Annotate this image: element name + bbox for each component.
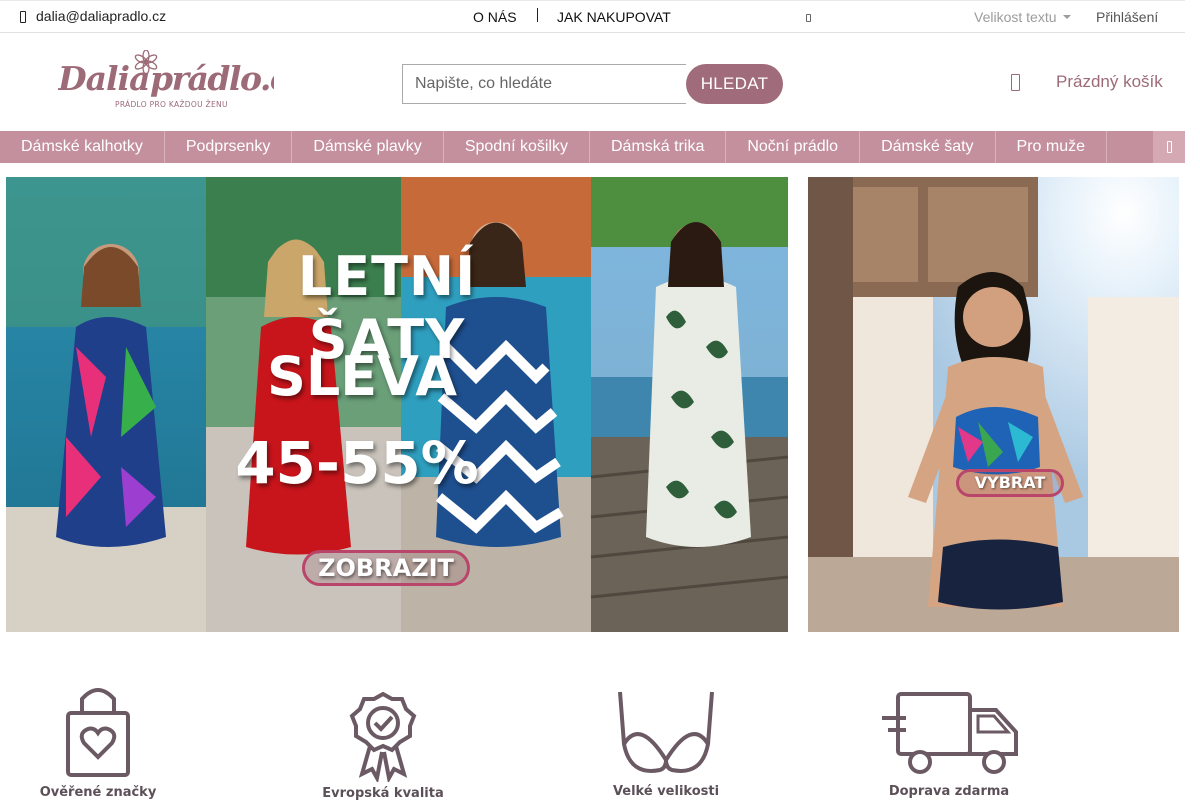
- nav-item-damska-trika[interactable]: Dámská trika: [590, 131, 727, 163]
- category-nav: Dámské kalhotky Podprsenky Dámské plavky…: [0, 131, 1185, 163]
- nav-item-damske-kalhotky[interactable]: Dámské kalhotky: [0, 131, 165, 163]
- feature-free-delivery: Doprava zdarma: [876, 688, 1022, 799]
- banner-discount-label: SLEVA: [266, 345, 458, 408]
- nav-item-damske-saty[interactable]: Dámské šaty: [860, 131, 996, 163]
- svg-text:Dalia: Dalia: [58, 59, 149, 98]
- search-button[interactable]: HLEDAT: [686, 64, 783, 104]
- promo-banner-swimwear[interactable]: VYBRAT: [808, 177, 1179, 632]
- nav-item-nocni-pradlo[interactable]: Noční prádlo: [726, 131, 861, 163]
- show-button[interactable]: ZOBRAZIT: [302, 550, 470, 586]
- login-link[interactable]: Přihlášení: [1096, 9, 1158, 25]
- swimwear-banner-image: [808, 177, 1179, 632]
- feature-label: Velké velikosti: [612, 784, 720, 799]
- nav-item-damske-plavky[interactable]: Dámské plavky: [292, 131, 444, 163]
- delivery-truck-icon: [882, 692, 1018, 774]
- feature-label: Evropská kvalita: [322, 786, 444, 800]
- quality-badge-icon: [349, 691, 417, 782]
- svg-text:prádlo.cz: prádlo.cz: [150, 59, 274, 98]
- search-bar: HLEDAT: [402, 64, 783, 104]
- nav-item-spodni-kosilky[interactable]: Spodní košilky: [444, 131, 590, 163]
- feature-european-quality: Evropská kvalita: [322, 690, 444, 800]
- feature-label: Ověřené značky: [39, 785, 157, 800]
- text-size-dropdown[interactable]: Velikost textu: [974, 9, 1071, 25]
- about-link[interactable]: O NÁS: [473, 9, 517, 25]
- nav-item-pro-muze[interactable]: Pro muže: [996, 131, 1107, 163]
- mobile-icon[interactable]: [806, 14, 811, 22]
- svg-text:PRÁDLO PRO KAŽDOU ŽENU: PRÁDLO PRO KAŽDOU ŽENU: [115, 100, 228, 109]
- shopping-bag-heart-icon: [66, 688, 130, 777]
- feature-large-sizes: Velké velikosti: [606, 688, 726, 799]
- cart[interactable]: Prázdný košík: [1011, 72, 1163, 92]
- topbar-divider: [537, 8, 538, 22]
- banner-discount-value: 45-55%: [235, 429, 479, 497]
- cart-label[interactable]: Prázdný košík: [1056, 72, 1163, 92]
- top-bar: dalia@daliapradlo.cz O NÁS JAK NAKUPOVAT…: [0, 0, 1185, 33]
- choose-button[interactable]: VYBRAT: [956, 469, 1064, 497]
- nav-item-podprsenky[interactable]: Podprsenky: [165, 131, 293, 163]
- logo-graphic: Dalia prádlo.cz PRÁDLO PRO KAŽDOU ŽENU: [58, 50, 274, 109]
- how-to-buy-link[interactable]: JAK NAKUPOVAT: [557, 9, 671, 25]
- contact-email[interactable]: dalia@daliapradlo.cz: [20, 8, 166, 24]
- phone-icon: [20, 11, 26, 23]
- promo-banner-summer-dresses[interactable]: LETNÍ ŠATY SLEVA 45-55% ZOBRAZIT: [6, 177, 788, 632]
- nav-more-button[interactable]: [1153, 131, 1185, 163]
- chevron-down-icon: [1062, 15, 1071, 19]
- feature-verified-brands: Ověřené značky: [38, 685, 158, 800]
- contact-email-text[interactable]: dalia@daliapradlo.cz: [36, 8, 166, 24]
- shopping-bag-icon[interactable]: [1011, 73, 1020, 91]
- text-size-label: Velikost textu: [974, 9, 1057, 25]
- site-logo[interactable]: Dalia prádlo.cz PRÁDLO PRO KAŽDOU ŽENU: [58, 50, 274, 112]
- search-input[interactable]: [402, 64, 686, 104]
- bra-icon: [618, 691, 714, 773]
- feature-label: Doprava zdarma: [888, 784, 1010, 799]
- menu-icon: [1166, 141, 1172, 153]
